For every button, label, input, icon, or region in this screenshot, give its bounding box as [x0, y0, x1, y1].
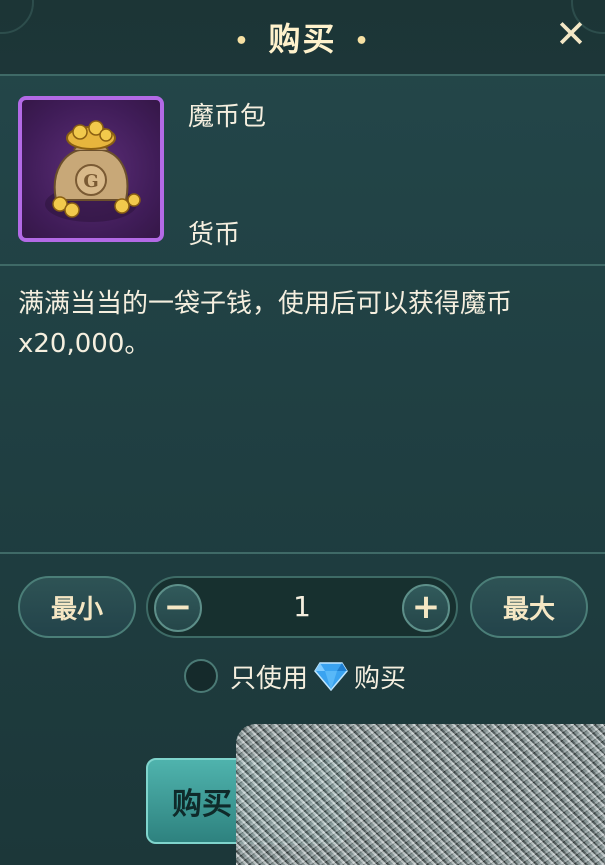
min-quantity-button[interactable]: 最小	[18, 576, 136, 638]
purchase-dialog: • 购买 • ✕ G 魔币包 货币 满满当当的一袋子钱，使用后可以获得魔币x20,0…	[0, 0, 605, 865]
plus-icon: +	[411, 587, 441, 627]
quantity-stepper: − 1 +	[146, 576, 458, 638]
item-type: 货币	[188, 220, 241, 250]
minus-icon: −	[163, 587, 193, 627]
dialog-header: • 购买 • ✕	[0, 0, 605, 76]
svg-text:G: G	[83, 171, 98, 192]
gem-only-option[interactable]: 只使用 购买	[184, 656, 406, 696]
coin-bag-icon: G	[45, 120, 141, 222]
min-quantity-label: 最小	[50, 594, 103, 625]
item-description: 满满当当的一袋子钱，使用后可以获得魔币x20,000。	[18, 289, 513, 359]
gem-only-suffix: 购买	[354, 663, 407, 694]
gem-only-checkbox[interactable]	[184, 659, 218, 693]
title-dot-left: •	[234, 28, 251, 54]
item-icon-frame: G	[18, 96, 164, 242]
item-name: 魔币包	[188, 102, 267, 132]
title-dot-right: •	[354, 28, 371, 54]
close-icon: ✕	[555, 12, 587, 56]
diamond-icon	[314, 662, 348, 691]
gem-only-prefix: 只使用	[230, 663, 309, 694]
section-divider	[0, 552, 605, 554]
increase-quantity-button[interactable]: +	[402, 584, 450, 632]
dialog-title: 购买	[268, 20, 337, 58]
max-quantity-label: 最大	[502, 594, 555, 625]
max-quantity-button[interactable]: 最大	[470, 576, 588, 638]
decrease-quantity-button[interactable]: −	[154, 584, 202, 632]
obscured-region	[236, 724, 605, 865]
buy-button-label: 购买	[172, 787, 232, 822]
close-button[interactable]: ✕	[553, 15, 589, 53]
dialog-title-wrap: • 购买 •	[0, 14, 605, 60]
section-divider	[0, 264, 605, 266]
quantity-value[interactable]: 1	[208, 578, 396, 636]
